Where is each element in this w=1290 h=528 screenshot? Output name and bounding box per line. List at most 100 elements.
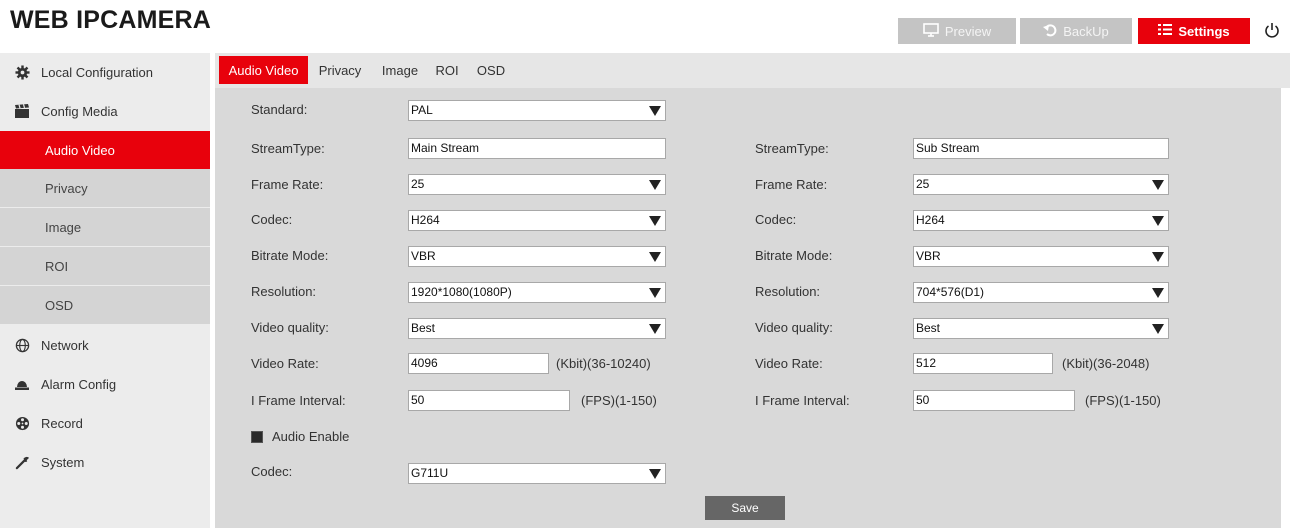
select-value: PAL	[411, 103, 433, 117]
sidebar-item-audio-video[interactable]: Audio Video	[0, 131, 210, 169]
film-reel-icon	[13, 414, 31, 432]
dropdown-arrow-icon	[1148, 283, 1168, 302]
sub-iframe-interval-label: I Frame Interval:	[755, 393, 850, 408]
audio-codec-label: Codec:	[251, 464, 293, 479]
preview-button[interactable]: Preview	[898, 18, 1016, 44]
dropdown-arrow-icon	[1148, 211, 1168, 230]
sub-video-rate-label: Video Rate:	[755, 356, 823, 371]
main-codec-label: Codec:	[251, 212, 293, 227]
audio-enable-checkbox[interactable]	[251, 431, 263, 443]
backup-button[interactable]: BackUp	[1020, 18, 1132, 44]
wrench-icon	[13, 453, 31, 471]
power-icon	[1264, 22, 1280, 41]
sub-codec-label: Codec:	[755, 212, 797, 227]
main-bitrate-mode-select[interactable]: VBR	[408, 246, 666, 267]
select-value: VBR	[916, 249, 941, 263]
dropdown-arrow-icon	[1148, 175, 1168, 194]
sub-iframe-interval-hint: (FPS)(1-150)	[1085, 393, 1161, 408]
sidebar-item-config-media[interactable]: Config Media	[0, 92, 210, 130]
sidebar-label: Config Media	[41, 103, 118, 119]
audio-enable-label: Audio Enable	[272, 429, 350, 444]
dropdown-arrow-icon	[645, 319, 665, 338]
sidebar-item-alarm-config[interactable]: Alarm Config	[0, 365, 210, 403]
sidebar-item-network[interactable]: Network	[0, 326, 210, 364]
sub-video-rate-input[interactable]: 512	[913, 353, 1053, 374]
alarm-bell-icon	[13, 375, 31, 393]
main-frame-rate-select[interactable]: 25	[408, 174, 666, 195]
sidebar-label: System	[41, 454, 85, 470]
preview-label: Preview	[944, 23, 992, 39]
sidebar-label: Network	[41, 337, 89, 353]
dropdown-arrow-icon	[645, 464, 665, 483]
select-value: 1920*1080(1080P)	[411, 285, 512, 299]
main-stream-type-label: StreamType:	[251, 141, 325, 156]
sub-resolution-label: Resolution:	[755, 284, 821, 299]
tab-privacy[interactable]: Privacy	[313, 56, 367, 84]
sidebar-label: Record	[41, 415, 83, 431]
select-value: H264	[916, 213, 945, 227]
sub-bitrate-mode-select[interactable]: VBR	[913, 246, 1169, 267]
power-button[interactable]	[1262, 18, 1282, 44]
list-icon	[1158, 23, 1173, 39]
main-iframe-interval-label: I Frame Interval:	[251, 393, 346, 408]
dropdown-arrow-icon	[645, 211, 665, 230]
dropdown-arrow-icon	[645, 283, 665, 302]
save-button[interactable]: Save	[705, 496, 785, 520]
main-resolution-select[interactable]: 1920*1080(1080P)	[408, 282, 666, 303]
dropdown-arrow-icon	[1148, 247, 1168, 266]
monitor-icon	[923, 22, 939, 40]
tab-roi[interactable]: ROI	[430, 56, 464, 84]
sub-resolution-select[interactable]: 704*576(D1)	[913, 282, 1169, 303]
globe-icon	[13, 336, 31, 354]
sub-video-quality-label: Video quality:	[755, 320, 833, 335]
dropdown-arrow-icon	[645, 247, 665, 266]
sidebar-label: Local Configuration	[41, 64, 154, 80]
sidebar-item-roi[interactable]: ROI	[0, 247, 210, 285]
sub-video-quality-select[interactable]: Best	[913, 318, 1169, 339]
sub-video-rate-hint: (Kbit)(36-2048)	[1062, 356, 1150, 371]
app-title: WEB IPCAMERA	[10, 6, 212, 34]
tab-audio-video[interactable]: Audio Video	[219, 56, 308, 84]
select-value: 704*576(D1)	[916, 285, 985, 299]
sidebar-item-privacy[interactable]: Privacy	[0, 169, 210, 207]
tab-osd[interactable]: OSD	[473, 56, 509, 84]
sub-iframe-interval-input[interactable]: 50	[913, 390, 1075, 411]
sidebar-item-image[interactable]: Image	[0, 208, 210, 246]
sidebar-item-local-configuration[interactable]: Local Configuration	[0, 53, 210, 91]
tab-image[interactable]: Image	[376, 56, 424, 84]
main-video-rate-input[interactable]: 4096	[408, 353, 549, 374]
main-frame-rate-label: Frame Rate:	[251, 177, 324, 192]
main-codec-select[interactable]: H264	[408, 210, 666, 231]
backup-label: BackUp	[1063, 23, 1109, 39]
select-value: H264	[411, 213, 440, 227]
main-video-quality-select[interactable]: Best	[408, 318, 666, 339]
dropdown-arrow-icon	[1148, 319, 1168, 338]
settings-button[interactable]: Settings	[1138, 18, 1250, 44]
sub-codec-select[interactable]: H264	[913, 210, 1169, 231]
select-value: Best	[411, 321, 436, 335]
dropdown-arrow-icon	[645, 101, 665, 120]
audio-codec-select[interactable]: G711U	[408, 463, 666, 484]
main-video-rate-hint: (Kbit)(36-10240)	[556, 356, 651, 371]
sidebar-item-record[interactable]: Record	[0, 404, 210, 442]
clapperboard-icon	[13, 102, 31, 120]
dropdown-arrow-icon	[645, 175, 665, 194]
sidebar-item-osd[interactable]: OSD	[0, 286, 210, 324]
standard-select[interactable]: PAL	[408, 100, 666, 121]
main-video-quality-label: Video quality:	[251, 320, 329, 335]
sidebar-item-system[interactable]: System	[0, 443, 210, 481]
sidebar-label: Alarm Config	[41, 376, 117, 392]
select-value: 25	[916, 177, 930, 191]
undo-icon	[1043, 23, 1057, 40]
select-value: 25	[411, 177, 425, 191]
sub-stream-type-field: Sub Stream	[913, 138, 1169, 159]
sub-frame-rate-select[interactable]: 25	[913, 174, 1169, 195]
main-stream-type-field: Main Stream	[408, 138, 666, 159]
select-value: G711U	[411, 466, 449, 480]
select-value: VBR	[411, 249, 436, 263]
standard-label: Standard:	[251, 102, 308, 117]
main-iframe-interval-input[interactable]: 50	[408, 390, 570, 411]
main-bitrate-mode-label: Bitrate Mode:	[251, 248, 329, 263]
main-iframe-interval-hint: (FPS)(1-150)	[581, 393, 657, 408]
sub-bitrate-mode-label: Bitrate Mode:	[755, 248, 833, 263]
